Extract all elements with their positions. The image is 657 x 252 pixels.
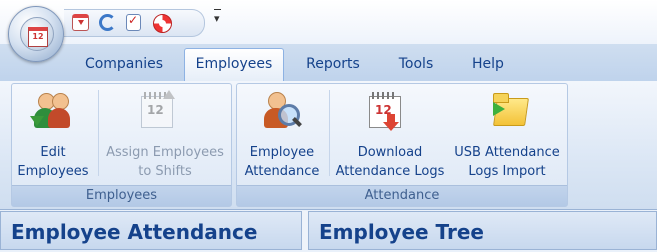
group-separator	[98, 90, 99, 176]
checklist-icon[interactable]	[126, 13, 141, 31]
quick-access-toolbar: ▾	[0, 0, 657, 44]
quick-access-bar	[64, 9, 205, 37]
tab-help[interactable]: Help	[464, 53, 512, 75]
assign-employees-label: Assign Employees to Shifts	[106, 145, 224, 179]
edit-employees-label: Edit Employees	[17, 145, 89, 179]
employees-group-label: Employees	[12, 185, 231, 206]
users-edit-icon	[28, 90, 76, 134]
calendar-download-icon: 12	[369, 90, 409, 134]
usb-attendance-logs-import-label: USB Attendance Logs Import	[454, 145, 560, 179]
application-menu-button[interactable]: 12	[8, 6, 64, 62]
customize-toolbar-dropdown[interactable]: ▾	[214, 9, 221, 25]
tab-reports[interactable]: Reports	[298, 53, 368, 75]
employee-attendance-label: Employee Attendance	[244, 145, 320, 179]
calendar-download-icon[interactable]	[72, 14, 89, 31]
tab-companies[interactable]: Companies	[78, 53, 170, 75]
calendar-assign-icon: 12	[141, 90, 177, 130]
help-lifebuoy-icon[interactable]	[153, 14, 172, 33]
tab-employees[interactable]: Employees	[184, 48, 284, 81]
user-search-icon	[262, 90, 306, 134]
download-attendance-logs-label: Download Attendance Logs	[335, 145, 445, 179]
assign-employees-to-shifts-button[interactable]: 12 Assign Employees to Shifts	[102, 88, 228, 180]
attendance-group: Employee Attendance 12 Download Attendan…	[236, 83, 568, 207]
tab-tools[interactable]: Tools	[388, 53, 444, 75]
employee-attendance-button[interactable]: Employee Attendance	[239, 88, 325, 180]
attendance-group-label: Attendance	[237, 185, 567, 206]
ribbon-tab-row: Companies Employees Reports Tools Help	[0, 44, 657, 82]
app-menu-badge: 12	[28, 27, 48, 47]
group-separator	[329, 90, 330, 176]
usb-attendance-logs-import-button[interactable]: USB Attendance Logs Import	[449, 88, 565, 180]
usb-folder-import-icon	[489, 90, 531, 134]
employees-group: Edit Employees 12 Assign Employees to Sh…	[11, 83, 232, 207]
employee-tree-pane-header: Employee Tree	[308, 211, 657, 250]
calendar-clock-icon: 12	[20, 17, 54, 51]
employee-attendance-pane-header: Employee Attendance	[0, 211, 302, 250]
refresh-icon[interactable]	[99, 14, 116, 31]
ribbon-panel: Edit Employees 12 Assign Employees to Sh…	[0, 81, 657, 210]
edit-employees-button[interactable]: Edit Employees	[14, 88, 92, 180]
download-attendance-logs-button[interactable]: 12 Download Attendance Logs	[333, 88, 447, 180]
